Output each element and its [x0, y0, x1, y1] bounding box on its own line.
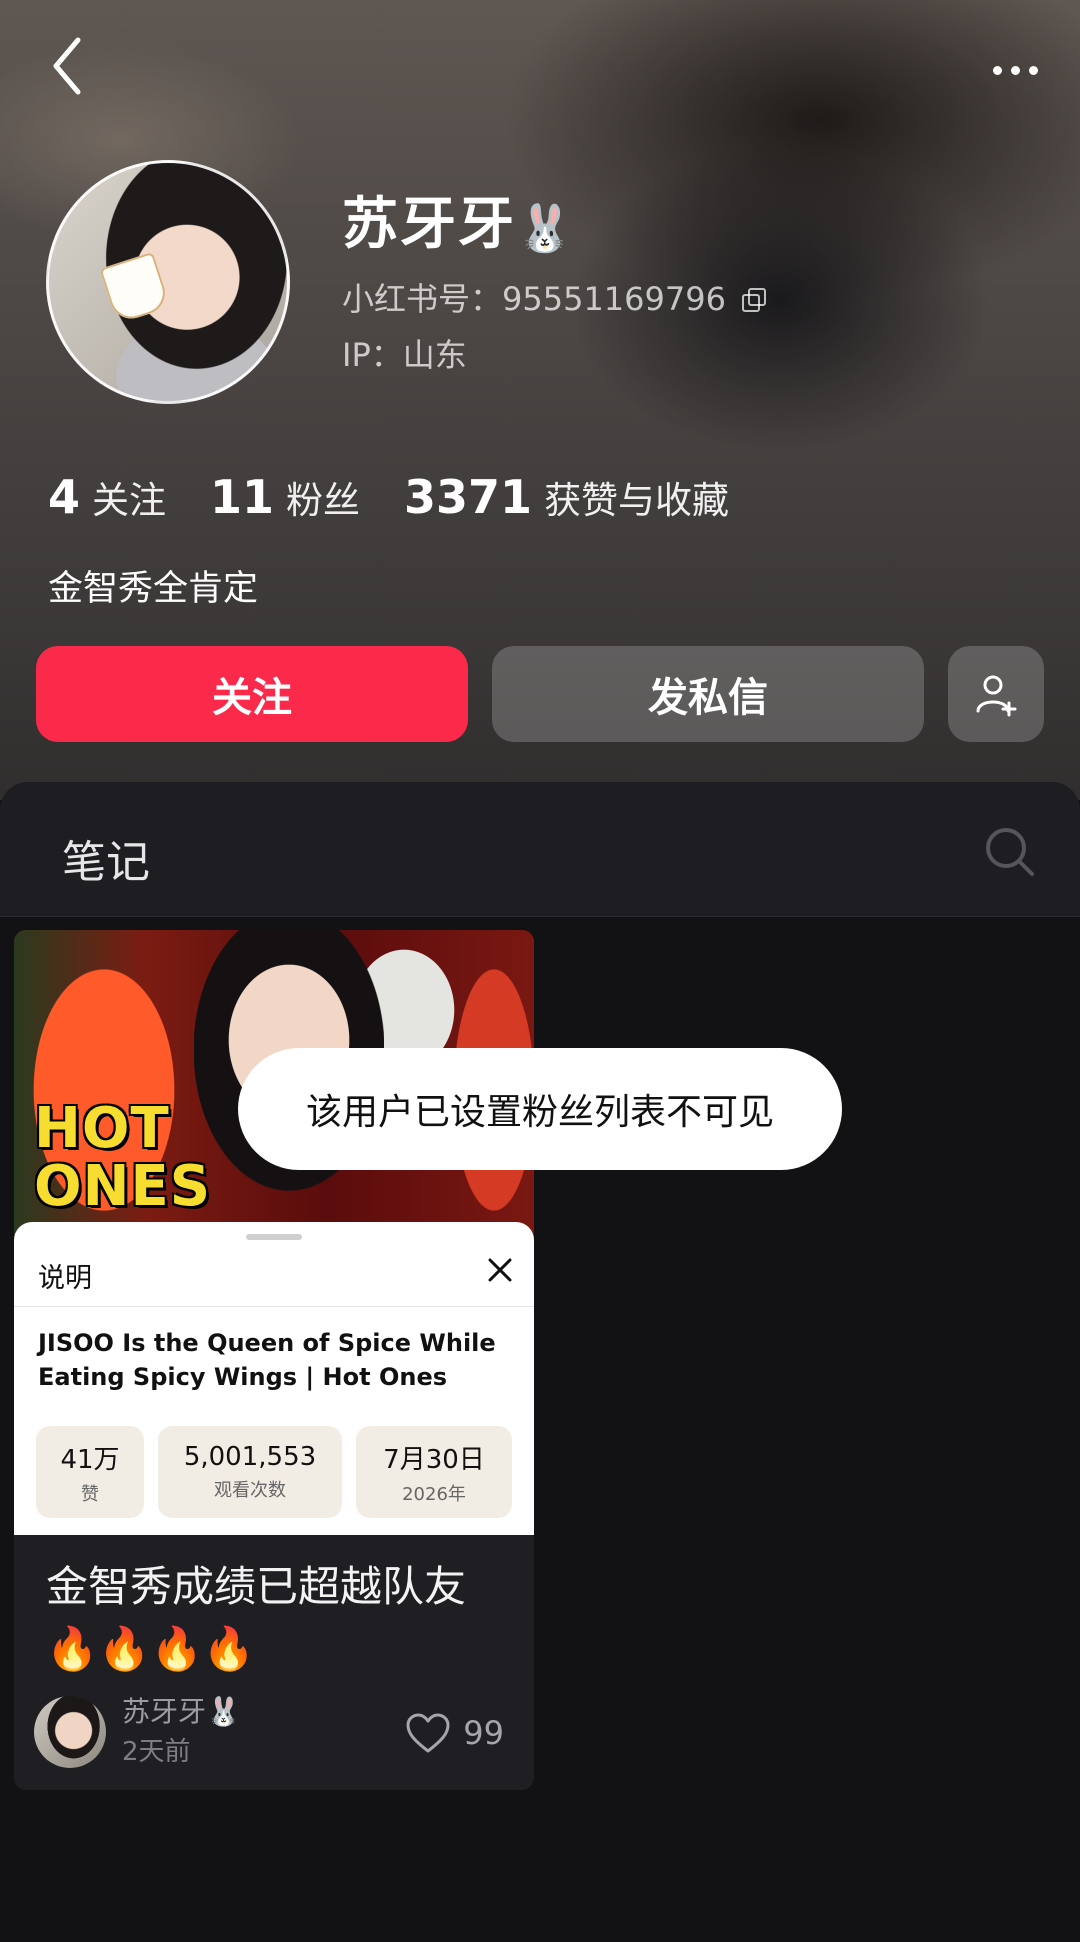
- author-meta: 苏牙牙🐰 2天前: [122, 1692, 241, 1772]
- close-icon: [488, 1258, 512, 1282]
- follow-button[interactable]: 关注: [36, 646, 468, 742]
- avatar[interactable]: [46, 160, 290, 404]
- message-button[interactable]: 发私信: [492, 646, 924, 742]
- more-dot-icon: [992, 65, 1002, 75]
- stat-following[interactable]: 4 关注: [48, 470, 166, 524]
- sheet-title: 说明: [38, 1263, 92, 1294]
- stat-pill-value: 5,001,553: [183, 1442, 317, 1472]
- stat-followers[interactable]: 11 粉丝: [210, 470, 360, 524]
- stat-pill-value: 41万: [60, 1444, 120, 1475]
- note-time: 2天前: [122, 1737, 191, 1767]
- description-sheet: 说明 JISOO Is the Queen of Spice While Eat…: [14, 1222, 534, 1535]
- profile-name: 苏牙牙🐰: [342, 190, 575, 263]
- like-button[interactable]: 99: [405, 1712, 504, 1754]
- profile-actions: 关注 发私信: [36, 646, 1044, 742]
- chevron-left-icon: [53, 37, 81, 95]
- stat-pill-likes: 41万 赞: [36, 1426, 144, 1518]
- sheet-handle: [246, 1234, 302, 1240]
- author-name: 苏牙牙🐰: [122, 1695, 241, 1728]
- sheet-close-button[interactable]: [486, 1256, 514, 1284]
- stat-likes-label: 获赞与收藏: [544, 479, 730, 522]
- video-title: JISOO Is the Queen of Spice While Eating…: [38, 1329, 496, 1391]
- search-button[interactable]: [980, 822, 1040, 882]
- add-user-icon: [976, 675, 1017, 717]
- stat-pill-value: 7月30日: [383, 1444, 485, 1475]
- hot-ones-logo-line1: HOT: [34, 1096, 170, 1161]
- notes-tabbar: 笔记: [0, 782, 1080, 917]
- hot-ones-logo-line2: ONES: [34, 1154, 212, 1219]
- more-options-button[interactable]: [980, 52, 1050, 88]
- stat-pill-label: 2026年: [402, 1483, 466, 1505]
- avatar-photo-detail: [99, 251, 171, 325]
- more-dot-icon: [1028, 65, 1038, 75]
- copy-icon[interactable]: [741, 288, 766, 312]
- hot-ones-logo: HOT ONES: [34, 1100, 211, 1216]
- stat-likes-count: 3371: [404, 470, 533, 524]
- stat-pill-views: 5,001,553 观看次数: [158, 1426, 342, 1518]
- redbook-id-text: 小红书号：95551169796: [342, 280, 726, 318]
- video-stats: 41万 赞 5,001,553 观看次数 7月30日 2026年: [36, 1426, 512, 1518]
- like-count: 99: [463, 1714, 504, 1752]
- heart-icon: [406, 1713, 450, 1753]
- stat-followers-count: 11: [210, 470, 275, 524]
- sheet-divider: [14, 1306, 534, 1307]
- search-icon: [986, 828, 1034, 876]
- stat-pill-label: 赞: [81, 1483, 99, 1505]
- profile-bio: 金智秀全肯定: [48, 569, 259, 609]
- stat-following-label: 关注: [92, 479, 167, 522]
- ip-location: IP：山东: [342, 336, 467, 374]
- stat-pill-label: 观看次数: [214, 1480, 286, 1501]
- note-title[interactable]: 金智秀成绩已超越队友🔥🔥🔥🔥: [46, 1556, 516, 1680]
- redbook-id: 小红书号：95551169796: [342, 278, 766, 320]
- profile-header: 苏牙牙🐰 小红书号：95551169796 IP：山东 4 关注 11 粉丝 3…: [0, 0, 1080, 800]
- more-dot-icon: [1010, 65, 1020, 75]
- author-avatar[interactable]: [34, 1696, 106, 1768]
- note-thumbnail[interactable]: HOT ONES 说明 JISOO Is the Queen of Spice …: [14, 930, 534, 1535]
- profile-stats: 4 关注 11 粉丝 3371 获赞与收藏: [48, 470, 729, 524]
- tab-notes[interactable]: 笔记: [62, 826, 150, 890]
- stat-following-count: 4: [48, 470, 81, 524]
- rabbit-emoji: 🐰: [516, 200, 576, 255]
- toast-message: 该用户已设置粉丝列表不可见: [238, 1048, 842, 1170]
- stat-likes-collects[interactable]: 3371 获赞与收藏: [404, 470, 729, 524]
- add-friend-button[interactable]: [948, 646, 1044, 742]
- back-button[interactable]: [42, 36, 92, 96]
- note-author[interactable]: 苏牙牙🐰 2天前: [34, 1692, 241, 1772]
- stat-pill-date: 7月30日 2026年: [356, 1426, 512, 1518]
- profile-name-text: 苏牙牙: [342, 192, 516, 257]
- stat-followers-label: 粉丝: [286, 479, 361, 522]
